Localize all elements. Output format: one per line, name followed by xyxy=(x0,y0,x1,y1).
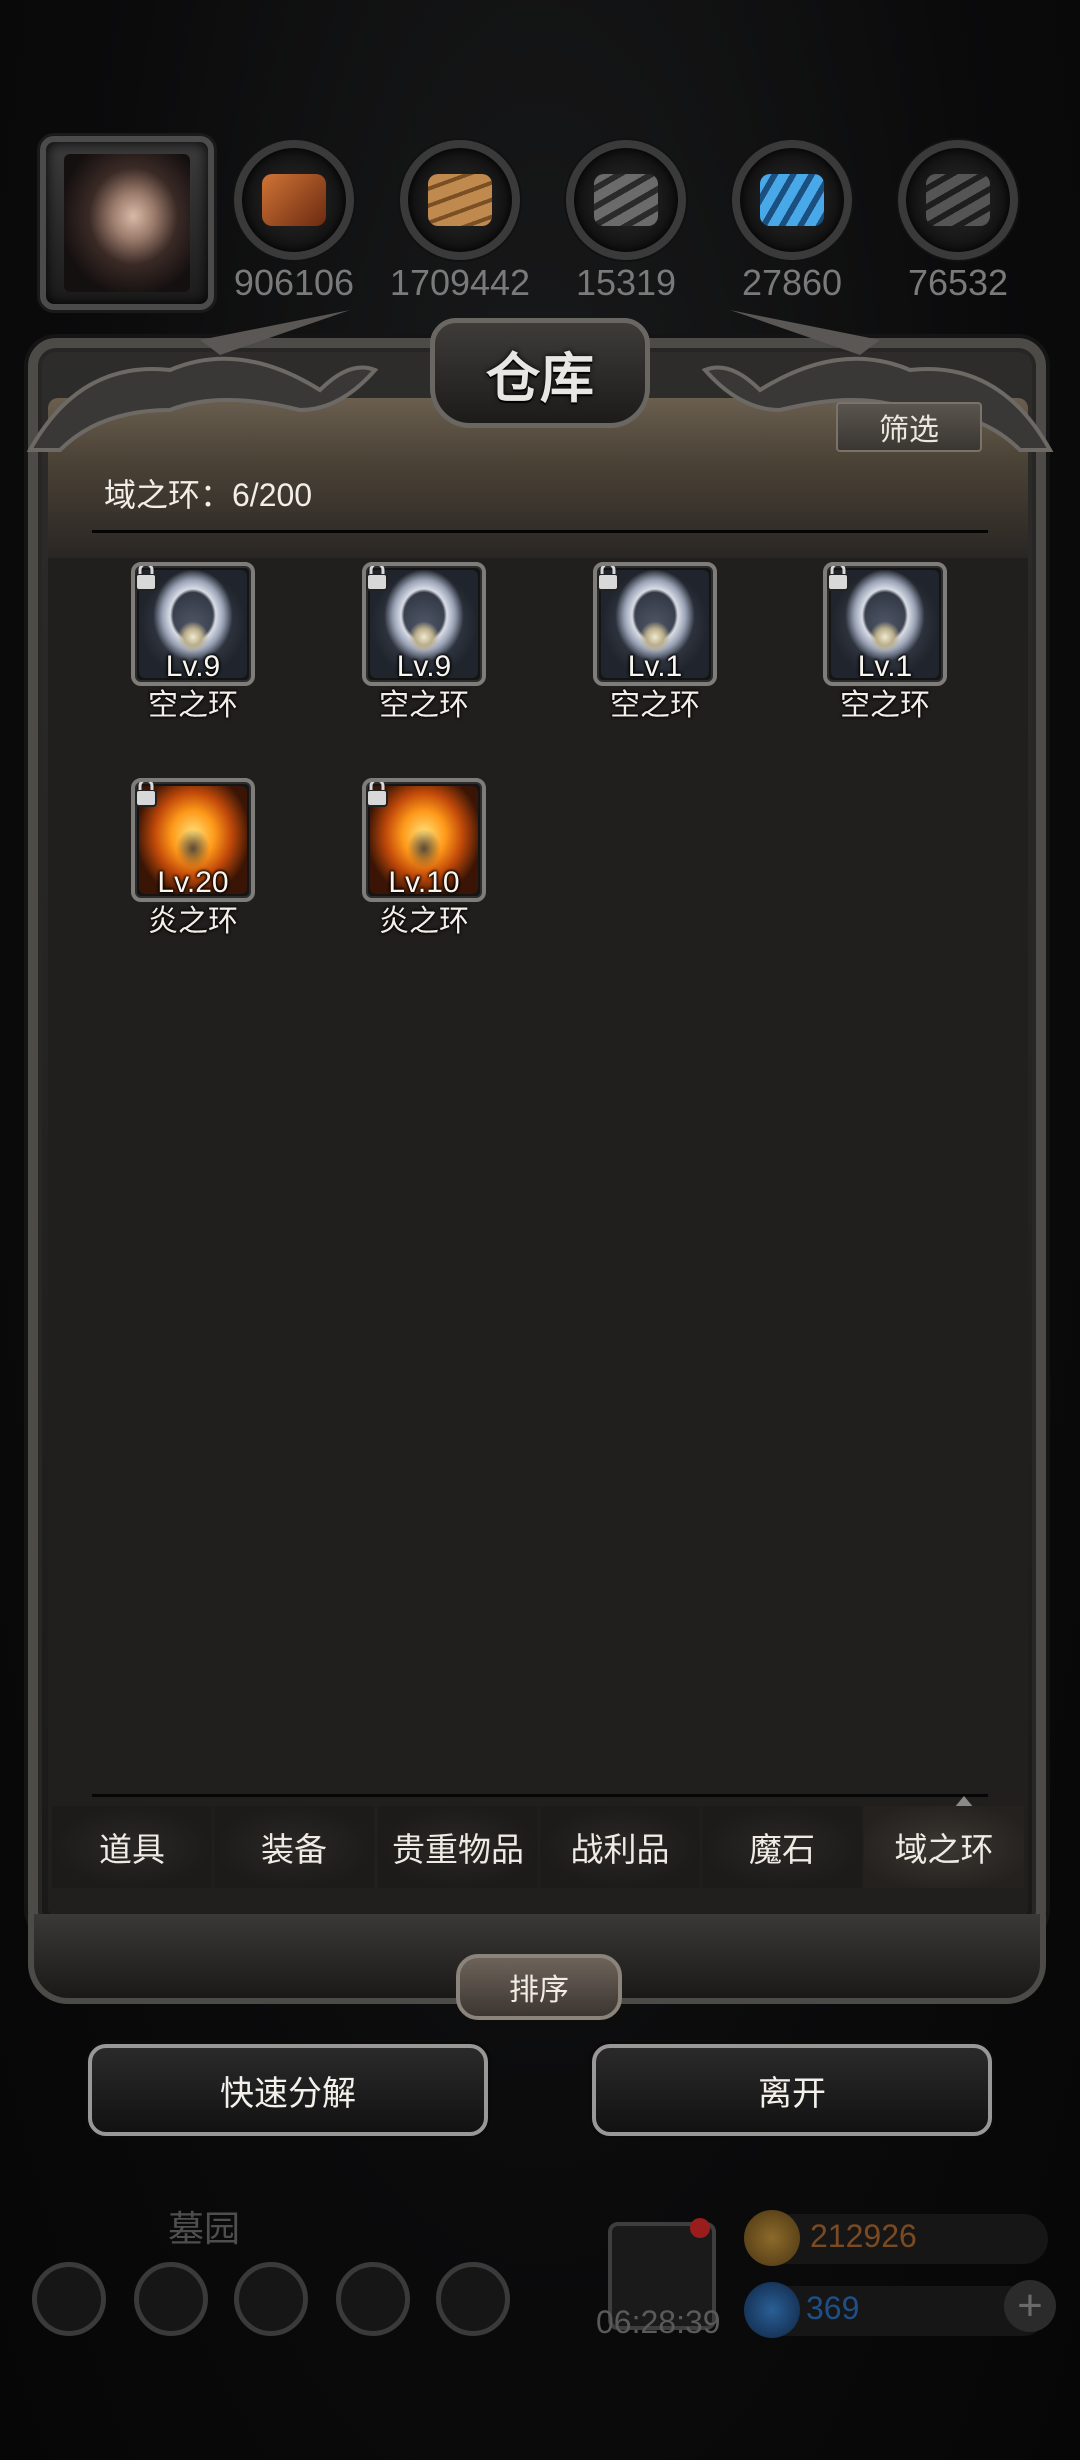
item-frame: Lv.10 xyxy=(362,778,486,902)
iron-ingot-icon xyxy=(594,174,658,226)
badge-icon[interactable] xyxy=(134,2262,208,2336)
item-slot[interactable]: Lv.10 炎之环 xyxy=(349,778,499,940)
gem-icon xyxy=(744,2282,800,2338)
leather-icon xyxy=(262,174,326,226)
item-name: 空之环 xyxy=(840,689,930,722)
leave-button[interactable]: 离开 xyxy=(592,2044,992,2136)
item-level: Lv.9 xyxy=(165,650,221,683)
item-frame: Lv.20 xyxy=(131,778,255,902)
avatar-portrait xyxy=(64,154,190,292)
dragon-ornament-left xyxy=(26,310,379,452)
item-frame: Lv.9 xyxy=(362,562,486,686)
item-frame: Lv.1 xyxy=(823,562,947,686)
tab-valuables[interactable]: 贵重物品 xyxy=(378,1806,538,1888)
item-name: 炎之环 xyxy=(379,905,469,938)
gem-amount: 369 xyxy=(806,2290,860,2326)
tab-domain-rings[interactable]: 域之环 xyxy=(864,1806,1024,1888)
tab-equipment[interactable]: 装备 xyxy=(214,1806,374,1888)
item-level: Lv.20 xyxy=(157,866,229,899)
resource-leather xyxy=(234,140,354,260)
resource-crystal xyxy=(732,140,852,260)
resource-leather-value: 906106 xyxy=(233,262,355,303)
divider-bottom xyxy=(92,1794,988,1797)
item-frame: Lv.9 xyxy=(131,562,255,686)
item-slot[interactable]: Lv.1 空之环 xyxy=(810,562,960,724)
avatar[interactable] xyxy=(40,136,214,310)
gold-coin-icon xyxy=(744,2210,800,2266)
resource-dark-metal xyxy=(898,140,1018,260)
item-slot[interactable]: Lv.9 空之环 xyxy=(349,562,499,724)
item-name: 空之环 xyxy=(610,689,700,722)
item-slot[interactable]: Lv.1 空之环 xyxy=(580,562,730,724)
tab-items[interactable]: 道具 xyxy=(52,1806,212,1888)
page-title: 仓库 xyxy=(486,345,594,410)
item-level: Lv.1 xyxy=(627,650,683,683)
gold-amount: 212926 xyxy=(810,2218,917,2254)
quest-icon[interactable] xyxy=(234,2262,308,2336)
mail-icon[interactable] xyxy=(336,2262,410,2336)
item-slot[interactable]: Lv.20 炎之环 xyxy=(118,778,268,940)
wood-plank-icon xyxy=(428,174,492,226)
item-name: 空之环 xyxy=(379,689,469,722)
blue-crystal-icon xyxy=(760,174,824,226)
gift-timer: 06:28:39 xyxy=(596,2304,721,2340)
lock-icon xyxy=(366,782,388,807)
warehouse-title-plate: 仓库 xyxy=(430,318,650,428)
resource-wood xyxy=(400,140,520,260)
item-name: 炎之环 xyxy=(148,905,238,938)
item-slot[interactable]: Lv.9 空之环 xyxy=(118,562,268,724)
settings-icon[interactable] xyxy=(32,2262,106,2336)
resource-iron-value: 15319 xyxy=(575,262,677,303)
lock-icon xyxy=(827,566,849,591)
lock-icon xyxy=(597,566,619,591)
location-label: 墓园 xyxy=(168,2208,241,2249)
dark-metal-icon xyxy=(926,174,990,226)
resource-wood-value: 1709442 xyxy=(389,262,531,303)
notification-dot xyxy=(690,2218,710,2238)
item-level: Lv.1 xyxy=(857,650,913,683)
divider-top xyxy=(92,530,988,533)
lock-icon xyxy=(135,566,157,591)
resource-iron xyxy=(566,140,686,260)
item-level: Lv.9 xyxy=(396,650,452,683)
lock-icon xyxy=(366,566,388,591)
item-name: 空之环 xyxy=(148,689,238,722)
tab-loot[interactable]: 战利品 xyxy=(540,1806,700,1888)
lock-icon xyxy=(135,782,157,807)
sort-button[interactable]: 排序 xyxy=(456,1954,622,2020)
item-level: Lv.10 xyxy=(388,866,460,899)
filter-button[interactable]: 筛选 xyxy=(836,402,982,452)
resource-crystal-value: 27860 xyxy=(741,262,843,303)
add-currency-button[interactable]: + xyxy=(1004,2280,1056,2332)
tab-magic-stones[interactable]: 魔石 xyxy=(702,1806,862,1888)
quick-decompose-button[interactable]: 快速分解 xyxy=(88,2044,488,2136)
bag-icon[interactable] xyxy=(436,2262,510,2336)
resource-dark-metal-value: 76532 xyxy=(907,262,1009,303)
item-count-label: 域之环：6/200 xyxy=(104,477,313,513)
item-frame: Lv.1 xyxy=(593,562,717,686)
